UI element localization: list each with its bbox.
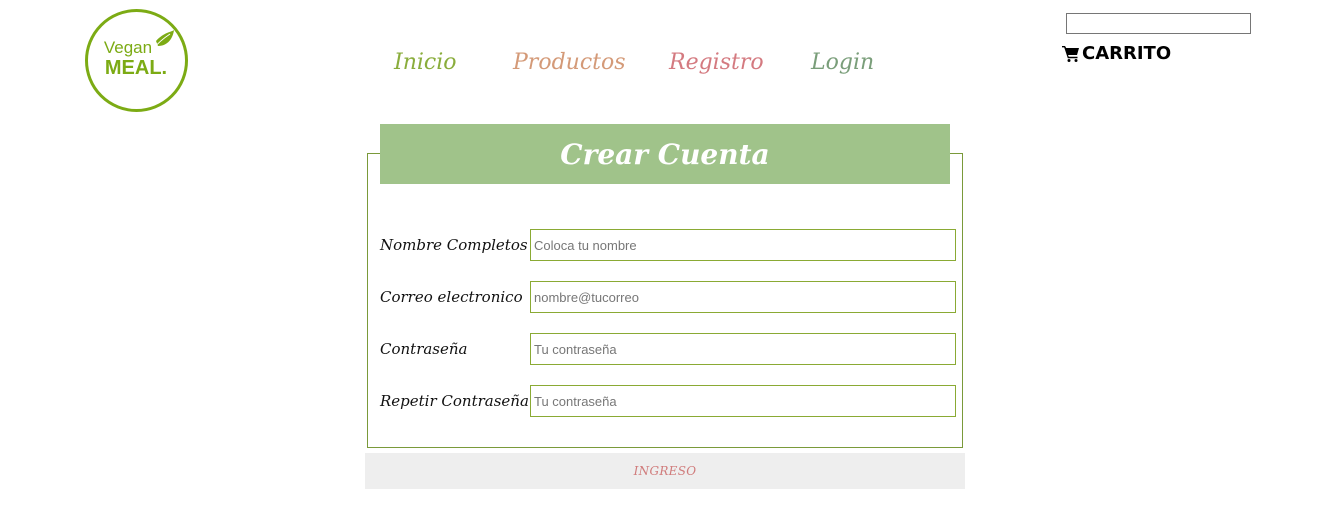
cart-label: CARRITO	[1082, 43, 1172, 64]
repeat-password-input[interactable]	[530, 385, 956, 417]
search-input[interactable]	[1066, 13, 1251, 34]
nav-link-registro[interactable]: Registro	[669, 50, 764, 75]
password-input[interactable]	[530, 333, 956, 365]
submit-label: INGRESO	[633, 464, 697, 478]
form-header: Crear Cuenta	[380, 124, 950, 184]
cart-link[interactable]: CARRITO	[1062, 43, 1171, 64]
shopping-cart-icon	[1062, 45, 1079, 62]
field-label-repetir-contrasena: Repetir Contraseña	[380, 392, 529, 410]
email-input[interactable]	[530, 281, 956, 313]
form-title: Crear Cuenta	[560, 137, 770, 171]
nav-link-login[interactable]: Login	[811, 50, 874, 75]
submit-button[interactable]: INGRESO	[365, 453, 965, 489]
nombre-input[interactable]	[530, 229, 956, 261]
field-label-contrasena: Contraseña	[380, 340, 468, 358]
field-label-correo: Correo electronico	[380, 288, 523, 306]
nav-link-inicio[interactable]: Inicio	[394, 50, 457, 75]
field-label-nombre: Nombre Completos	[380, 236, 528, 254]
nav-link-productos[interactable]: Productos	[513, 50, 626, 75]
